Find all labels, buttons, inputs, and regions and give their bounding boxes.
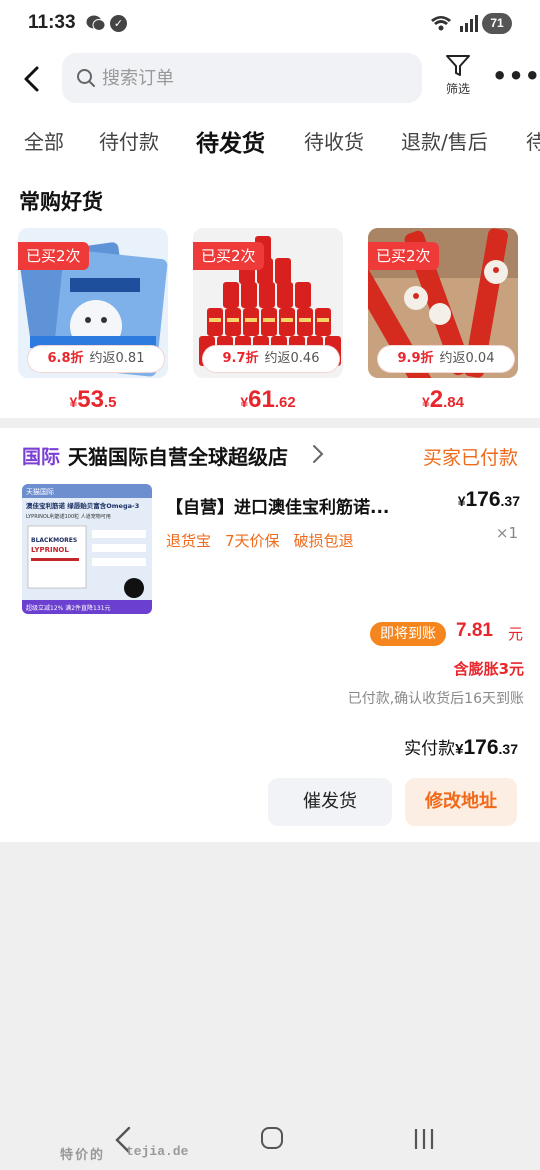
nav-home-icon[interactable]: [261, 1127, 283, 1149]
battery-indicator: 71: [482, 13, 512, 34]
settlement-note: 已付款,确认收货后16天到账: [347, 691, 524, 707]
search-input[interactable]: [102, 64, 402, 92]
watermark-text: 特价的: [60, 1148, 106, 1163]
bought-count-badge: 已买2次: [193, 242, 264, 270]
wifi-icon: [431, 16, 451, 31]
product-price: ¥176.37: [457, 488, 520, 511]
cashback-amount: 7.81: [456, 620, 493, 641]
order-status-tabs: 全部 待付款 待发货 待收货 退款/售后 待: [0, 112, 540, 170]
discount-rate: 9.7折: [222, 351, 259, 366]
more-menu-icon[interactable]: •••: [492, 64, 540, 88]
card-price: ¥61.62: [240, 386, 296, 413]
fav-card-2[interactable]: 已买2次 9.7折 约返0.46 ¥61.62: [193, 228, 343, 414]
order-status-label: 买家已付款: [422, 447, 518, 469]
funnel-icon: [446, 55, 470, 76]
thumb-brand: BLACKMORES: [31, 537, 77, 544]
chevron-right-icon[interactable]: [312, 444, 324, 464]
wechat-icon: [86, 15, 106, 31]
discount-rate: 6.8折: [47, 351, 84, 366]
search-icon: [77, 69, 95, 87]
cashback-unit: 元: [508, 625, 524, 643]
paid-amount: 实付款¥176.37: [404, 736, 518, 759]
thumb-product: LYPRINOL: [31, 546, 69, 554]
thumb-top-tag: 天猫国际: [26, 487, 54, 496]
store-name-link[interactable]: 天猫国际自营全球超级店: [68, 441, 288, 470]
bought-count-badge: 已买2次: [368, 242, 439, 270]
tab-all[interactable]: 全部: [24, 126, 64, 155]
tab-pending-review[interactable]: 待: [526, 126, 540, 155]
tab-refund-aftersale[interactable]: 退款/售后: [401, 126, 488, 155]
fav-card-1[interactable]: 已买2次 6.8折 约返0.81 ¥53.5: [18, 228, 168, 414]
frequently-bought-section: 常购好货 已买2次 6.8折 约返0.81 ¥53.5 已买2次 9.7折 约返…: [0, 170, 540, 418]
card-price: ¥53.5: [69, 386, 117, 413]
rebate-amount: 约返0.81: [89, 351, 145, 366]
rebate-amount: 约返0.04: [439, 351, 495, 366]
discount-pill: 6.8折 约返0.81: [28, 346, 164, 372]
service-tags: 退货宝 7天价保 破损包退: [166, 530, 368, 551]
section-title: 常购好货: [19, 190, 103, 214]
tab-pending-payment[interactable]: 待付款: [99, 126, 159, 155]
thumb-headline: 澳佳宝利筋诺 绿唇贻贝富含Omega-3: [26, 501, 139, 510]
tab-pending-receipt[interactable]: 待收货: [304, 126, 364, 155]
urge-shipment-button[interactable]: 催发货: [268, 778, 392, 826]
swell-note: 含膨胀3元: [453, 660, 524, 678]
check-icon: ✓: [110, 15, 127, 32]
nav-recent-apps-icon[interactable]: [412, 1128, 436, 1150]
fav-card-3[interactable]: 已买2次 9.9折 约返0.04 ¥2.84: [368, 228, 518, 414]
order-search-bar[interactable]: [62, 53, 422, 103]
bought-count-badge: 已买2次: [18, 242, 89, 270]
service-return-insurance: 退货宝: [166, 532, 212, 550]
status-time: 11:33: [28, 12, 76, 33]
discount-rate: 9.9折: [397, 351, 434, 366]
product-quantity: ×1: [495, 524, 518, 542]
service-price-protect: 7天价保: [225, 532, 280, 550]
status-bar: 11:33 ✓ 71: [0, 0, 540, 50]
order-card: 国际 天猫国际自营全球超级店 买家已付款 天猫国际 澳佳宝利筋诺 绿唇贻贝富含O…: [0, 428, 540, 842]
signal-icon: [460, 15, 478, 32]
back-arrow-icon[interactable]: [20, 64, 46, 94]
watermark-url: tejia.de: [126, 1144, 189, 1159]
discount-pill: 9.9折 约返0.04: [378, 346, 514, 372]
thumb-bottom: 超级立减12% 满2件直降131元: [26, 604, 111, 612]
filter-label: 筛选: [445, 82, 470, 96]
card-price: ¥2.84: [421, 386, 464, 413]
system-nav-bar: 特价的 tejia.de: [0, 1100, 540, 1170]
discount-pill: 9.7折 约返0.46: [203, 346, 339, 372]
paid-label: 实付款: [404, 739, 456, 759]
service-damage-return: 破损包退: [293, 532, 354, 550]
arriving-soon-badge: 即将到账: [370, 622, 446, 646]
thumb-sub: LYPRINOL利筋诺100粒 人道宠物可用: [26, 513, 111, 520]
change-address-button[interactable]: 修改地址: [405, 778, 517, 826]
intl-store-tag: 国际: [22, 446, 61, 468]
product-thumbnail[interactable]: 天猫国际 澳佳宝利筋诺 绿唇贻贝富含Omega-3 LYPRINOL利筋诺100…: [22, 484, 152, 614]
filter-button[interactable]: 筛选: [438, 54, 478, 108]
tab-pending-shipment[interactable]: 待发货: [196, 124, 265, 158]
top-bar: 筛选 •••: [0, 50, 540, 112]
rebate-amount: 约返0.46: [264, 351, 320, 366]
product-title[interactable]: 【自营】进口澳佳宝利筋诺...: [166, 493, 406, 518]
